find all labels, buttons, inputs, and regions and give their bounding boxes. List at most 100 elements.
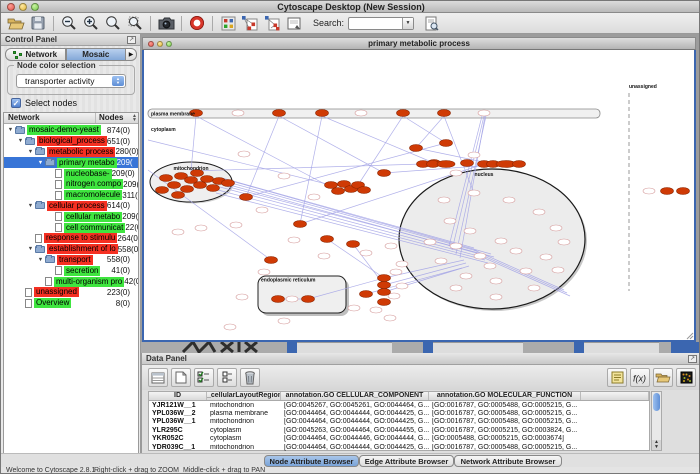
select-nodes-checkbox[interactable]: ✓: [11, 98, 21, 108]
tree-expander-icon[interactable]: ▼: [36, 257, 45, 263]
tree-expander-icon[interactable]: ▼: [26, 203, 35, 209]
network-node[interactable]: [238, 151, 250, 157]
network-node[interactable]: [195, 225, 207, 231]
table-row[interactable]: YLR295Ccytoplasm[GO:0045263, GO:0044464,…: [149, 426, 649, 434]
tree-row[interactable]: unassigned223(0): [4, 287, 138, 298]
tree-expander-icon[interactable]: ▼: [16, 138, 25, 144]
tree-node-label[interactable]: response to stimulu: [44, 233, 117, 243]
table-row[interactable]: YPL036W__2plasma membrane[GO:0044464, GO…: [149, 409, 649, 417]
import-network-button[interactable]: [261, 14, 283, 33]
network-node[interactable]: [437, 161, 455, 168]
search-advanced-button[interactable]: [420, 14, 442, 33]
network-node[interactable]: [438, 110, 451, 117]
tree-row[interactable]: ▼establishment of lo558(0): [4, 244, 138, 255]
network-node[interactable]: [450, 243, 462, 249]
network-node[interactable]: [490, 294, 502, 300]
tree-node-label[interactable]: macromolecule: [64, 190, 122, 200]
network-node[interactable]: [450, 285, 462, 291]
network-node[interactable]: [677, 188, 690, 195]
network-node[interactable]: [396, 261, 408, 267]
window-fragment[interactable]: [297, 342, 392, 353]
network-node[interactable]: [397, 110, 410, 117]
network-node[interactable]: [236, 294, 248, 300]
network-node[interactable]: [321, 236, 334, 243]
network-node[interactable]: [495, 238, 507, 244]
network-node[interactable]: [316, 110, 329, 117]
window-fragment[interactable]: [433, 342, 523, 353]
new-attribute-button[interactable]: [171, 368, 191, 387]
network-node[interactable]: [360, 250, 372, 256]
network-node[interactable]: [160, 175, 173, 182]
matrix-button[interactable]: [676, 368, 696, 387]
network-node[interactable]: [478, 110, 490, 116]
network-node[interactable]: [468, 152, 480, 158]
network-window-titlebar[interactable]: primary metabolic process: [142, 37, 696, 50]
network-node[interactable]: [347, 241, 360, 248]
network-node[interactable]: [358, 187, 371, 194]
network-node[interactable]: [201, 176, 214, 183]
tree-row[interactable]: ▼metabolic process280(0): [4, 147, 138, 158]
network-node[interactable]: [256, 207, 268, 213]
network-node[interactable]: [288, 237, 300, 243]
network-node[interactable]: [460, 273, 472, 279]
tree-node-label[interactable]: biological_process: [37, 136, 107, 146]
resize-grip-icon[interactable]: [687, 333, 693, 339]
tab-network-attribute-browser[interactable]: Network Attribute Browser: [454, 455, 562, 467]
network-node[interactable]: [450, 170, 462, 176]
network-edge[interactable]: [279, 116, 384, 173]
network-node[interactable]: [558, 239, 570, 245]
network-node[interactable]: [318, 253, 330, 259]
attribute-table-button[interactable]: [148, 368, 168, 387]
network-node[interactable]: [378, 282, 391, 289]
tree-node-label[interactable]: mosaic-demo-yeast: [27, 125, 101, 135]
network-node[interactable]: [222, 180, 235, 187]
zoom-in-button[interactable]: [80, 14, 102, 33]
network-node[interactable]: [207, 185, 220, 192]
network-node[interactable]: [484, 263, 496, 269]
network-node[interactable]: [378, 275, 391, 282]
network-node[interactable]: [240, 194, 253, 201]
tree-expander-icon[interactable]: ▼: [26, 246, 35, 252]
network-node[interactable]: [513, 161, 526, 168]
network-node[interactable]: [440, 140, 453, 147]
search-dropdown-button[interactable]: ▼: [402, 18, 413, 29]
column-header[interactable]: _cellularLayoutRegion: [207, 392, 281, 400]
help-button[interactable]: [186, 14, 208, 33]
network-node[interactable]: [172, 192, 185, 199]
tree-column-network[interactable]: Network: [4, 113, 96, 123]
network-node[interactable]: [258, 269, 270, 275]
network-node[interactable]: [168, 182, 181, 189]
import-attributes-button[interactable]: [653, 368, 673, 387]
zoom-out-button[interactable]: [58, 14, 80, 33]
float-panel-icon[interactable]: ↗: [127, 36, 136, 44]
network-node[interactable]: [172, 229, 184, 235]
column-header[interactable]: [581, 392, 649, 400]
network-node[interactable]: [272, 296, 285, 303]
network-node[interactable]: [224, 324, 236, 330]
search-input[interactable]: ▼: [348, 17, 414, 30]
network-node[interactable]: [643, 188, 655, 194]
select-attributes-button[interactable]: [194, 368, 214, 387]
network-node[interactable]: [294, 221, 307, 228]
column-header[interactable]: ID: [149, 392, 207, 400]
network-node[interactable]: [396, 283, 408, 289]
network-edge[interactable]: [191, 164, 423, 171]
network-node[interactable]: [464, 228, 476, 234]
network-node[interactable]: [384, 315, 396, 321]
network-edge[interactable]: [322, 116, 434, 163]
network-node[interactable]: [156, 187, 169, 194]
tree-node-label[interactable]: nitrogen compo: [64, 179, 123, 189]
tree-node-label[interactable]: cellular process: [47, 201, 107, 211]
network-edge[interactable]: [300, 116, 322, 224]
annotation-button[interactable]: [283, 14, 305, 33]
column-header[interactable]: annotation.GO MOLECULAR_FUNCTION: [429, 392, 581, 400]
float-panel-icon[interactable]: ↗: [688, 355, 697, 363]
tree-node-label[interactable]: Overview: [34, 298, 71, 308]
network-node[interactable]: [378, 299, 391, 306]
table-scrollbar[interactable]: ▲▼: [651, 391, 662, 451]
window-fragment[interactable]: [584, 342, 659, 353]
tree-node-label[interactable]: unassigned: [34, 287, 79, 297]
table-row[interactable]: YDR039C__1mitochondrion[GO:0044464, GO:0…: [149, 443, 649, 451]
delete-attribute-button[interactable]: [240, 368, 260, 387]
network-node[interactable]: [520, 268, 532, 274]
